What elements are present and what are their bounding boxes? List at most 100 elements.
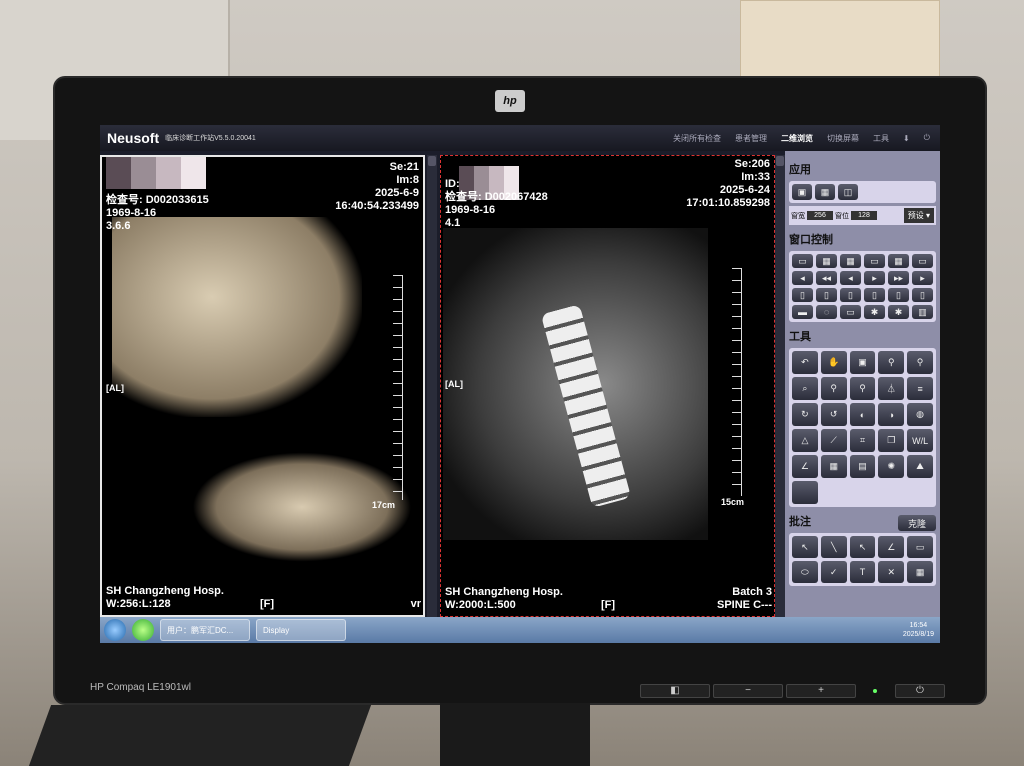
window-control-button-24[interactable]: ▥ [912,305,933,319]
tool-button-20[interactable]: W/L [907,429,933,452]
annotation-button-10[interactable]: ▦ [907,561,933,583]
tool-button-19[interactable]: ❐ [878,429,905,452]
window-control-button-1[interactable]: ▭ [792,254,813,268]
window-control-button-9[interactable]: ◂ [840,271,861,285]
study-date: 2025-6-9 [374,187,419,199]
scale-label: 15cm [720,497,744,507]
batch-label: Batch 3 [732,586,772,598]
window-width-input[interactable]: 256 [807,211,833,220]
system-clock[interactable]: 16:54 2025/8/19 [903,621,934,639]
window-control-button-7[interactable]: ◂ [792,271,813,285]
tool-button-21[interactable]: ∠ [792,455,818,478]
window-control-button-11[interactable]: ▸▸ [888,271,909,285]
window-level-input[interactable]: 128 [851,211,877,220]
window-control-button-4[interactable]: ▭ [864,254,885,268]
annotation-button-6[interactable]: ⬭ [792,561,818,583]
tool-button-22[interactable]: ▦ [820,455,847,478]
window-control-button-12[interactable]: ▸ [912,271,933,285]
tool-button-8[interactable]: ⚲ [849,377,876,400]
annotation-button-2[interactable]: ╲ [820,536,847,558]
apply-button-3[interactable]: ◫ [838,184,858,200]
monitor-plus-button[interactable]: + [786,684,856,698]
annotation-button-8[interactable]: T [849,561,876,583]
tool-button-12[interactable]: ↺ [820,403,847,426]
monitor-minus-button[interactable]: − [713,684,783,698]
tool-button-11[interactable]: ↻ [792,403,818,426]
viewport-ct-spine[interactable]: Se:206 Im:33 2025-6-24 17:01:10.859298 I… [440,155,775,617]
tool-button-2[interactable]: ✋ [820,351,847,374]
flag-label: [F] [260,598,275,610]
scrollbar-right[interactable] [775,155,785,617]
menu-2d-browse[interactable]: 二维浏览 [781,133,813,144]
annotation-button-4[interactable]: ∠ [878,536,905,558]
window-control-button-19[interactable]: ▬ [792,305,813,319]
clone-button[interactable]: 克隆 [898,515,936,531]
viewport-3d-skull[interactable]: Se:21 Im:8 2025-6-9 16:40:54.233499 检查号:… [100,155,425,617]
menu-tools[interactable]: 工具 [873,133,889,144]
window-control-button-2[interactable]: ▦ [816,254,837,268]
tool-button-5[interactable]: ⚲ [907,351,933,374]
tool-button-4[interactable]: ⚲ [878,351,905,374]
window-control-button-23[interactable]: ✱ [888,305,909,319]
start-button[interactable] [104,619,126,641]
window-control-button-8[interactable]: ◂◂ [816,271,837,285]
tool-button-18[interactable]: ⌗ [849,429,876,452]
tool-button-25[interactable]: ⛰ [907,455,933,478]
annotation-button-3[interactable]: ↖ [849,536,876,558]
preset-dropdown[interactable]: 预设 ▾ [903,208,934,223]
apply-button-1[interactable]: ▣ [792,184,812,200]
window-control-button-18[interactable]: ▯ [912,288,933,302]
tool-button-26[interactable] [792,481,818,504]
hospital-name: SH Changzheng Hosp. [445,586,563,598]
window-control-button-15[interactable]: ▯ [840,288,861,302]
tool-button-7[interactable]: ⚲ [820,377,847,400]
annotation-button-5[interactable]: ▭ [907,536,933,558]
tool-button-1[interactable]: ↶ [792,351,818,374]
annotation-button-1[interactable]: ↖ [792,536,818,558]
tool-button-24[interactable]: ✺ [878,455,905,478]
menu-switch-screen[interactable]: 切换屏幕 [827,133,859,144]
menu-patient-mgmt[interactable]: 患者管理 [735,133,767,144]
tool-button-23[interactable]: ▤ [849,455,876,478]
window-control-button-6[interactable]: ▭ [912,254,933,268]
apply-button-2[interactable]: ▦ [815,184,835,200]
window-control-button-17[interactable]: ▯ [888,288,909,302]
ie-icon[interactable] [132,619,154,641]
window-control-button-14[interactable]: ▯ [816,288,837,302]
tool-button-16[interactable]: △ [792,429,818,452]
window-control-button-13[interactable]: ▯ [792,288,813,302]
tool-button-15[interactable]: ◍ [907,403,933,426]
tool-button-17[interactable]: ⟋ [820,429,847,452]
tool-button-6[interactable]: ⌕ [792,377,818,400]
tool-button-14[interactable]: ◑ [878,403,905,426]
taskbar-item-display[interactable]: Display [256,619,346,641]
extra-info: 3.6.6 [106,220,131,232]
hospital-name: SH Changzheng Hosp. [106,585,224,597]
window-control-button-21[interactable]: ▭ [840,305,861,319]
monitor-power-button[interactable]: ⏻ [895,684,945,698]
power-icon[interactable]: ⏻ [924,133,930,143]
annotation-button-9[interactable]: ✕ [878,561,905,583]
annotation-button-7[interactable]: ✓ [820,561,847,583]
tool-button-10[interactable]: ≡ [907,377,933,400]
clock-date: 2025/8/19 [902,631,934,638]
taskbar-item-user[interactable]: 用户：鹏军汇DC... [160,619,250,641]
window-control-button-10[interactable]: ▸ [864,271,885,285]
window-control-button-16[interactable]: ▯ [864,288,885,302]
window-control-button-5[interactable]: ▦ [888,254,909,268]
tool-button-13[interactable]: ◐ [849,403,876,426]
monitor-input-button[interactable]: ◧ [640,684,710,698]
tool-button-3[interactable]: ▣ [849,351,876,374]
window-control-button-3[interactable]: ▦ [840,254,861,268]
download-icon[interactable]: ⬇ [903,134,910,143]
menu-close-all[interactable]: 关闭所有检查 [673,133,721,144]
scrollbar-left[interactable] [427,155,437,617]
control-panel: 应用 ▣ ▦ ◫ 窗宽 256 窗位 128 预设 ▾ 窗口控制 ▭ ▦ ▦ ▭ ▦ ▭ ◂… [785,151,940,617]
cardboard-box [740,0,940,85]
window-control-title: 窗口控制 [789,234,833,246]
series-description: SPINE C--- [717,599,772,611]
window-control-button-22[interactable]: ✱ [864,305,885,319]
tool-button-9[interactable]: ⏃ [878,377,905,400]
window-control-button-20[interactable]: ◌ [816,305,837,319]
orientation-label: [AL] [106,383,124,393]
